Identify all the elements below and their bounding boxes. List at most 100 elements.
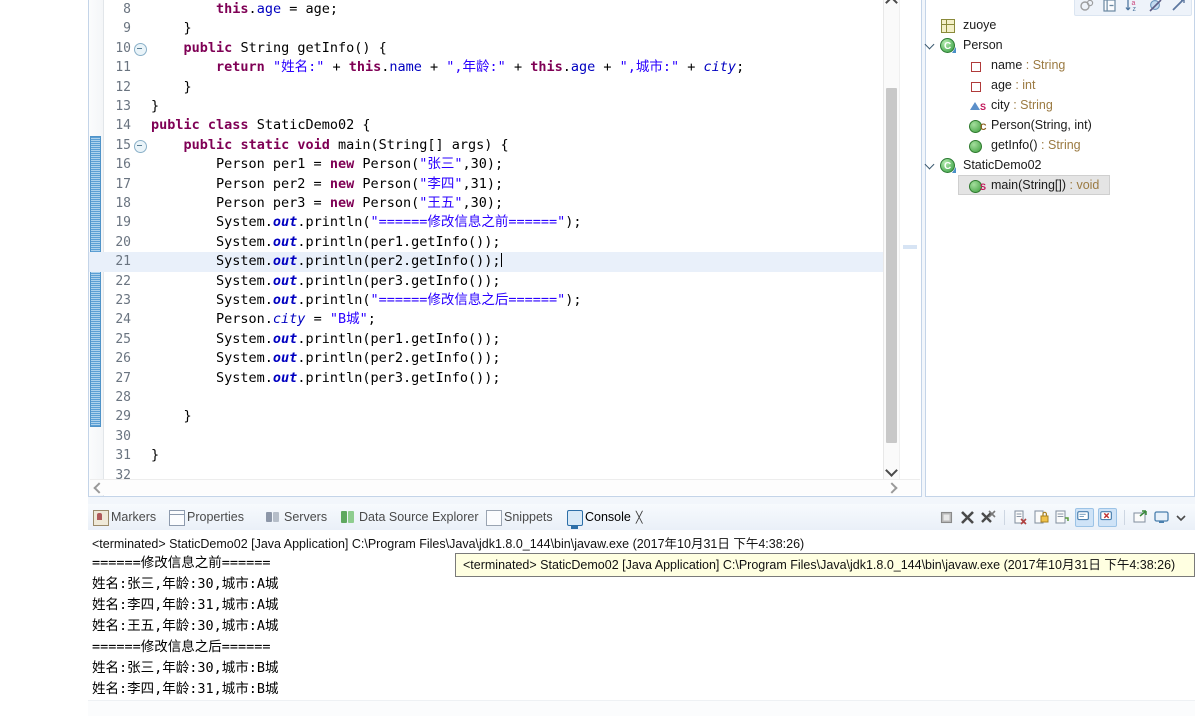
tab-markers[interactable]: Markers — [92, 506, 156, 528]
toolbar-separator — [1004, 510, 1005, 525]
outline-item[interactable]: Person — [926, 35, 1194, 57]
tab-console[interactable]: Console ╳ — [566, 506, 643, 529]
code-line[interactable]: 10 public String getInfo() { — [89, 39, 884, 58]
scroll-right-icon[interactable] — [884, 480, 900, 495]
outline-item[interactable]: C Person(String, int) — [926, 115, 1194, 135]
code-line[interactable]: 11 return "姓名:" + this.name + ",年龄:" + t… — [89, 58, 884, 77]
code-line[interactable]: 15 public static void main(String[] args… — [89, 136, 884, 155]
expand-collapse-twisty-icon[interactable] — [926, 161, 935, 170]
clear-console-icon[interactable] — [1012, 509, 1029, 526]
close-icon[interactable]: ╳ — [636, 512, 643, 524]
code-text: System.out.println("======修改信息之后======")… — [151, 292, 582, 308]
code-line[interactable]: 12 } — [89, 78, 884, 97]
show-console-on-output-icon[interactable] — [1075, 508, 1094, 527]
tab-label: Properties — [187, 510, 244, 524]
code-text: Person per1 = new Person("张三",30); — [151, 156, 504, 173]
tab-servers[interactable]: Servers — [265, 506, 327, 528]
editor-vscroll-thumb[interactable] — [886, 88, 897, 443]
line-number: 31 — [115, 448, 131, 464]
code-line[interactable]: 26 System.out.println(per2.getInfo()); — [89, 349, 884, 368]
scroll-left-icon[interactable] — [90, 480, 106, 495]
code-line[interactable]: 18 Person per3 = new Person("王五",30); — [89, 194, 884, 213]
outline-item[interactable]: zuoye — [926, 15, 1194, 35]
code-line[interactable]: 9 } — [89, 19, 884, 38]
tab-data-source-explorer[interactable]: Data Source Explorer — [340, 506, 479, 528]
code-line[interactable]: 22 System.out.println(per3.getInfo()); — [89, 272, 884, 291]
focus-on-active-task-icon[interactable] — [1079, 0, 1095, 13]
console-horizontal-scrollbar[interactable] — [88, 700, 1195, 716]
hide-fields-icon[interactable] — [1148, 0, 1164, 13]
line-number: 25 — [115, 331, 131, 347]
outline-item-type: : String — [1037, 138, 1081, 152]
editor-text-area[interactable]: 8 this.age = age; 9 } 10 public String get… — [89, 0, 921, 496]
code-line[interactable]: 17 Person per2 = new Person("李四",31); — [89, 175, 884, 194]
overview-cursor-mark — [903, 245, 917, 249]
console-tooltip: <terminated> StaticDemo02 [Java Applicat… — [455, 553, 1195, 577]
outline-item[interactable]: Scity : String — [926, 95, 1194, 115]
outline-view[interactable]: az zuoye Person name : String age : int Scit… — [925, 0, 1195, 497]
code-line[interactable]: 28 — [89, 388, 884, 407]
editor-overview-ruler[interactable] — [899, 0, 920, 479]
hide-static-icon[interactable] — [1171, 0, 1187, 13]
outline-item[interactable]: StaticDemo02 — [926, 155, 1194, 177]
code-line[interactable]: 31} — [89, 446, 884, 465]
class-icon — [940, 37, 956, 57]
remove-all-terminated-icon[interactable] — [980, 509, 997, 526]
private-field-icon — [968, 78, 983, 93]
outline-item[interactable]: name : String — [926, 55, 1194, 75]
terminate-icon[interactable] — [938, 509, 955, 526]
remove-launch-icon[interactable] — [959, 509, 976, 526]
line-number: 14 — [115, 118, 131, 134]
display-selected-console-icon[interactable] — [1153, 509, 1170, 526]
code-text: Person per3 = new Person("王五",30); — [151, 195, 504, 211]
console-toolbar[interactable] — [938, 507, 1191, 528]
outline-item-label: getInfo() : String — [991, 138, 1081, 152]
scroll-down-icon[interactable] — [884, 463, 899, 479]
sort-az-icon[interactable]: az — [1125, 0, 1141, 13]
code-text: } — [151, 447, 160, 464]
view-menu-icon[interactable] — [1174, 509, 1191, 526]
editor-horizontal-scrollbar[interactable] — [90, 479, 920, 495]
outline-item[interactable]: age : int — [926, 75, 1194, 95]
java-editor[interactable]: 8 this.age = age; 9 } 10 public String get… — [88, 0, 922, 497]
code-line[interactable]: 16 Person per1 = new Person("张三",30); — [89, 155, 884, 174]
line-number: 20 — [115, 234, 131, 250]
code-line[interactable]: 27 System.out.println(per3.getInfo()); — [89, 369, 884, 388]
tab-snippets[interactable]: Snippets — [485, 506, 553, 528]
open-console-icon[interactable] — [1132, 509, 1149, 526]
fold-collapse-icon[interactable] — [134, 139, 147, 153]
tab-properties[interactable]: Properties — [168, 506, 244, 528]
outline-item[interactable]: getInfo() : String — [926, 135, 1194, 155]
code-line[interactable]: 29 } — [89, 407, 884, 426]
expand-collapse-twisty-icon[interactable] — [926, 41, 935, 50]
code-line[interactable]: 14 public class StaticDemo02 { — [89, 116, 884, 135]
code-line[interactable]: 23 System.out.println("======修改信息之后=====… — [89, 291, 884, 310]
outline-item[interactable]: Smain(String[]) : void — [926, 175, 1194, 195]
outline-item-label: StaticDemo02 — [963, 158, 1042, 172]
line-number: 15 — [115, 137, 131, 153]
code-line[interactable]: 20 System.out.println(per1.getInfo()); — [89, 233, 884, 252]
bottom-view-stack[interactable]: Markers Properties Servers Data Source Expl… — [88, 504, 1195, 716]
code-line[interactable]: 8 this.age = age; — [89, 0, 884, 19]
constructor-modifier-badge: C — [980, 122, 987, 132]
method-icon: S — [968, 178, 986, 193]
code-text: System.out.println("======修改信息之前======")… — [151, 214, 582, 231]
outline-tree[interactable]: zuoye Person name : String age : int Scity :… — [926, 14, 1194, 496]
collapse-all-icon[interactable] — [1102, 0, 1118, 13]
code-line[interactable]: 19 System.out.println("======修改信息之前=====… — [89, 213, 884, 232]
pin-console-icon[interactable] — [1098, 508, 1117, 527]
code-line[interactable]: 21 System.out.println(per2.getInfo()); — [89, 252, 884, 272]
console-output[interactable]: ======修改信息之前====== 姓名:张三,年龄:30,城市:A城 姓名:李四… — [92, 553, 1195, 716]
outline-item-label: main(String[]) : void — [991, 178, 1100, 192]
word-wrap-icon[interactable] — [1054, 509, 1071, 526]
fold-collapse-icon[interactable] — [134, 42, 147, 56]
editor-vertical-scrollbar[interactable] — [883, 0, 899, 479]
code-line[interactable]: 25 System.out.println(per1.getInfo()); — [89, 330, 884, 349]
scroll-up-icon[interactable] — [884, 0, 899, 9]
code-line[interactable]: 30 — [89, 427, 884, 446]
code-line[interactable]: 13} — [89, 97, 884, 116]
scroll-lock-icon[interactable] — [1033, 509, 1050, 526]
code-text: System.out.println(per2.getInfo()); — [151, 350, 501, 367]
code-line[interactable]: 24 Person.city = "B城"; — [89, 310, 884, 329]
line-number: 29 — [115, 409, 131, 425]
